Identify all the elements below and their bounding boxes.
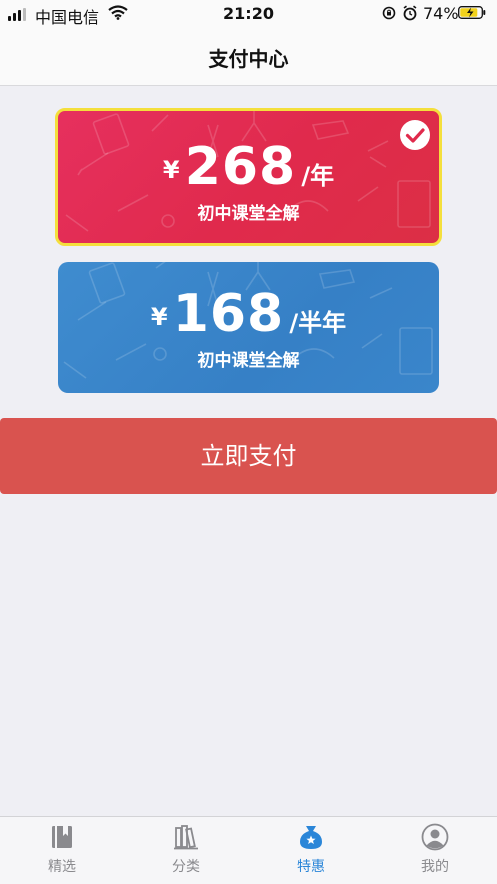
battery-percent: 74%: [423, 4, 459, 23]
tab-label: 精选: [48, 859, 76, 875]
currency-symbol: ¥: [150, 303, 168, 331]
pay-now-button[interactable]: 立即支付: [0, 418, 497, 494]
tab-label: 我的: [421, 859, 449, 875]
tab-label: 分类: [172, 859, 200, 875]
currency-symbol: ¥: [162, 156, 180, 184]
plan-price: ¥ 268 /年: [58, 137, 439, 197]
tab-discount[interactable]: 特惠: [249, 817, 373, 884]
bookshelf-icon: [174, 825, 198, 850]
user-avatar-icon: [421, 823, 449, 851]
status-bar: 中国电信 21:20 74%: [0, 0, 497, 28]
discount-bag-icon: [300, 826, 322, 849]
alarm-clock-icon: [403, 5, 417, 21]
tab-bar: 精选 分类 特惠 我的: [0, 816, 497, 884]
book-icon: [52, 826, 72, 848]
plan-price: ¥ 168 /半年: [58, 284, 439, 344]
tab-label: 特惠: [297, 859, 325, 875]
navigation-bar: 支付中心: [0, 28, 497, 86]
tab-featured[interactable]: 精选: [0, 817, 124, 884]
plan-card-half-year[interactable]: ¥ 168 /半年 初中课堂全解: [58, 262, 439, 393]
battery-charging-icon: [458, 6, 486, 19]
tab-profile[interactable]: 我的: [373, 817, 497, 884]
orientation-lock-icon: [382, 6, 396, 20]
plan-description: 初中课堂全解: [197, 351, 300, 371]
tab-category[interactable]: 分类: [124, 817, 248, 884]
plan-card-yearly[interactable]: ¥ 268 /年 初中课堂全解: [55, 108, 442, 246]
price-period: /半年: [289, 309, 347, 337]
selected-check-icon: [400, 120, 430, 150]
plan-description: 初中课堂全解: [197, 204, 300, 224]
price-amount: 168: [172, 284, 285, 344]
price-period: /年: [301, 162, 335, 190]
page-title: 支付中心: [208, 47, 289, 71]
price-amount: 268: [184, 137, 297, 197]
